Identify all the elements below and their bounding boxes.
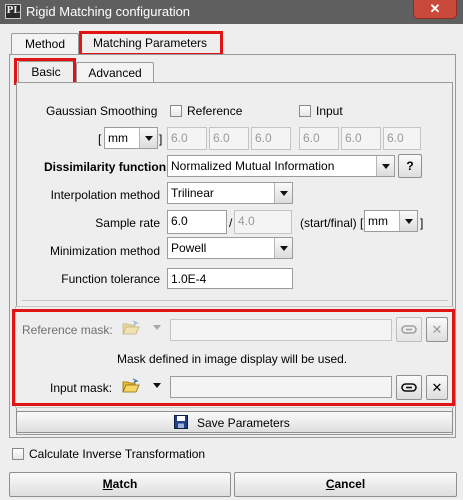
match-button[interactable]: Match — [9, 472, 231, 497]
match-mnemonic: M — [102, 477, 113, 491]
minimization-value: Powell — [171, 241, 207, 255]
input-mask-label: Input mask: — [50, 381, 113, 395]
reference-mask-dropdown-icon[interactable] — [153, 325, 161, 330]
sample-rate-unit-value: mm — [368, 214, 388, 228]
sample-rate-bracket-close: ] — [420, 216, 424, 230]
reference-smoothing-y-field[interactable]: 6.0 — [209, 127, 249, 150]
link-icon — [401, 325, 417, 334]
reference-mask-label: Reference mask: — [22, 323, 113, 337]
minimization-label: Minimization method — [49, 244, 160, 258]
link-icon — [401, 383, 417, 392]
input-smoothing-x-field[interactable]: 6.0 — [299, 127, 339, 150]
interpolation-label: Interpolation method — [50, 188, 160, 202]
reference-smoothing-x-field[interactable]: 6.0 — [167, 127, 207, 150]
save-parameters-label: Save Parameters — [197, 416, 290, 430]
sample-rate-start-field[interactable]: 6.0 — [167, 210, 227, 234]
input-mask-dropdown-icon[interactable] — [153, 383, 161, 388]
gaussian-smoothing-label: Gaussian Smoothing — [46, 104, 158, 118]
interpolation-select[interactable]: Trilinear — [167, 182, 293, 204]
cancel-button[interactable]: Cancel — [234, 472, 457, 497]
floppy-disk-icon — [174, 415, 188, 429]
close-window-button[interactable]: ✕ — [413, 0, 457, 19]
input-smoothing-z-field[interactable]: 6.0 — [383, 127, 421, 150]
input-smoothing-checkbox[interactable] — [299, 105, 311, 117]
inverse-transformation-label: Calculate Inverse Transformation — [29, 447, 206, 461]
smoothing-bracket-close: ] — [159, 132, 163, 146]
reference-smoothing-label: Reference — [187, 104, 243, 118]
reference-mask-field[interactable] — [170, 319, 392, 341]
input-mask-field[interactable] — [170, 376, 392, 398]
sample-rate-divider: / — [229, 216, 233, 230]
input-smoothing-y-field[interactable]: 6.0 — [341, 127, 381, 150]
chevron-down-icon — [139, 128, 157, 148]
cancel-label-rest: ancel — [334, 477, 366, 491]
match-label-rest: atch — [112, 477, 138, 491]
function-tolerance-field[interactable]: 1.0E-4 — [167, 268, 293, 289]
smoothing-unit-value: mm — [108, 131, 128, 145]
tab-advanced[interactable]: Advanced — [76, 62, 154, 83]
dissimilarity-select[interactable]: Normalized Mutual Information — [167, 155, 395, 177]
title-bar: PL Rigid Matching configuration ✕ — [0, 0, 463, 24]
dissimilarity-help-button[interactable]: ? — [398, 154, 422, 178]
interpolation-value: Trilinear — [171, 186, 214, 200]
sample-rate-label: Sample rate — [95, 216, 160, 230]
smoothing-bracket-open: [ — [98, 132, 102, 146]
smoothing-unit-select[interactable]: mm — [104, 127, 158, 149]
sample-rate-final-field[interactable]: 4.0 — [234, 210, 292, 234]
input-smoothing-label: Input — [316, 104, 343, 118]
mask-note: Mask defined in image display will be us… — [117, 352, 348, 366]
chevron-down-icon — [399, 211, 417, 231]
input-mask-link-button[interactable] — [396, 375, 422, 400]
dialog-body: Method Matching Parameters Basic Advance… — [0, 24, 463, 500]
dissimilarity-label: Dissimilarity function — [44, 160, 167, 174]
inverse-transformation-checkbox[interactable] — [12, 448, 24, 460]
save-parameters-button[interactable]: Save Parameters — [16, 411, 453, 433]
function-tolerance-label: Function tolerance — [61, 272, 160, 286]
section-divider — [22, 300, 448, 301]
tab-matching-parameters[interactable]: Matching Parameters — [79, 32, 221, 54]
minimization-select[interactable]: Powell — [167, 237, 293, 259]
dissimilarity-value: Normalized Mutual Information — [171, 159, 335, 173]
sample-rate-unit-select[interactable]: mm — [364, 210, 418, 232]
tab-basic[interactable]: Basic — [18, 61, 74, 83]
reference-smoothing-checkbox[interactable] — [170, 105, 182, 117]
open-folder-icon[interactable] — [122, 378, 140, 394]
reference-mask-link-button[interactable] — [396, 317, 422, 342]
window-title: Rigid Matching configuration — [26, 4, 191, 19]
input-mask-clear-button[interactable]: ✕ — [426, 375, 448, 400]
app-icon: PL — [5, 4, 21, 19]
chevron-down-icon — [376, 156, 394, 176]
reference-mask-clear-button[interactable]: ✕ — [426, 317, 448, 342]
tab-method[interactable]: Method — [11, 33, 79, 54]
reference-smoothing-z-field[interactable]: 6.0 — [251, 127, 291, 150]
chevron-down-icon — [274, 238, 292, 258]
chevron-down-icon — [274, 183, 292, 203]
open-folder-icon[interactable] — [122, 320, 140, 336]
sample-rate-hint: (start/final) [ — [300, 216, 364, 230]
